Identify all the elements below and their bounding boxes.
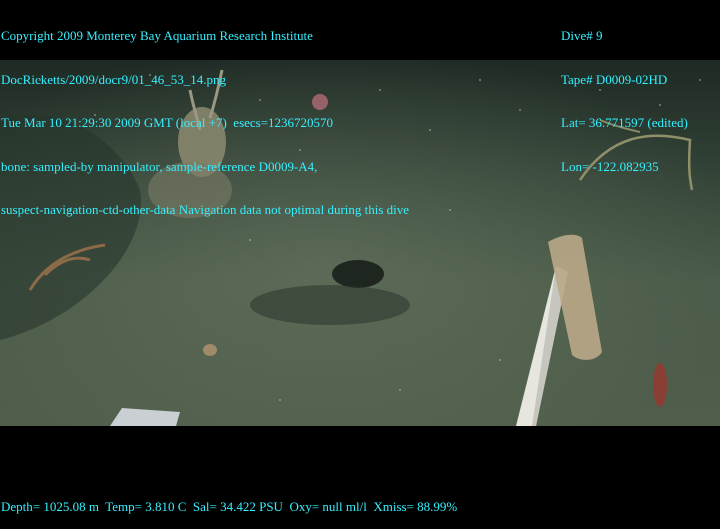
- dark-object: [332, 260, 384, 288]
- sensor-readout-text: Depth= 1025.08 m Temp= 3.810 C Sal= 34.4…: [1, 499, 458, 514]
- tape-number-text: Tape# D0009-02HD: [561, 71, 668, 87]
- copyright-text: Copyright 2009 Monterey Bay Aquarium Res…: [1, 28, 313, 43]
- dive-number-text: Dive# 9: [561, 28, 603, 43]
- latitude-text: Lat= 36.771597 (edited): [561, 115, 688, 130]
- overlay-header-right: Dive# 9 Tape# D0009-02HD Lat= 36.771597 …: [561, 0, 688, 189]
- red-fish: [653, 363, 667, 407]
- datetime-text: Tue Mar 10 21:29:30 2009 GMT (local +7) …: [1, 115, 334, 130]
- overlay-header-left: Copyright 2009 Monterey Bay Aquarium Res…: [1, 0, 409, 232]
- dark-patch: [250, 285, 410, 325]
- overlay-footer: Depth= 1025.08 m Temp= 3.810 C Sal= 34.4…: [1, 471, 457, 529]
- small-shell: [203, 344, 217, 356]
- longitude-text: Lon= -122.082935: [561, 158, 659, 174]
- file-path-text: DocRicketts/2009/docr9/01_46_53_14.png: [1, 71, 226, 87]
- navigation-note-text: suspect-navigation-ctd-other-data Naviga…: [1, 202, 410, 217]
- annotation-text: bone: sampled-by manipulator, sample-ref…: [1, 158, 318, 174]
